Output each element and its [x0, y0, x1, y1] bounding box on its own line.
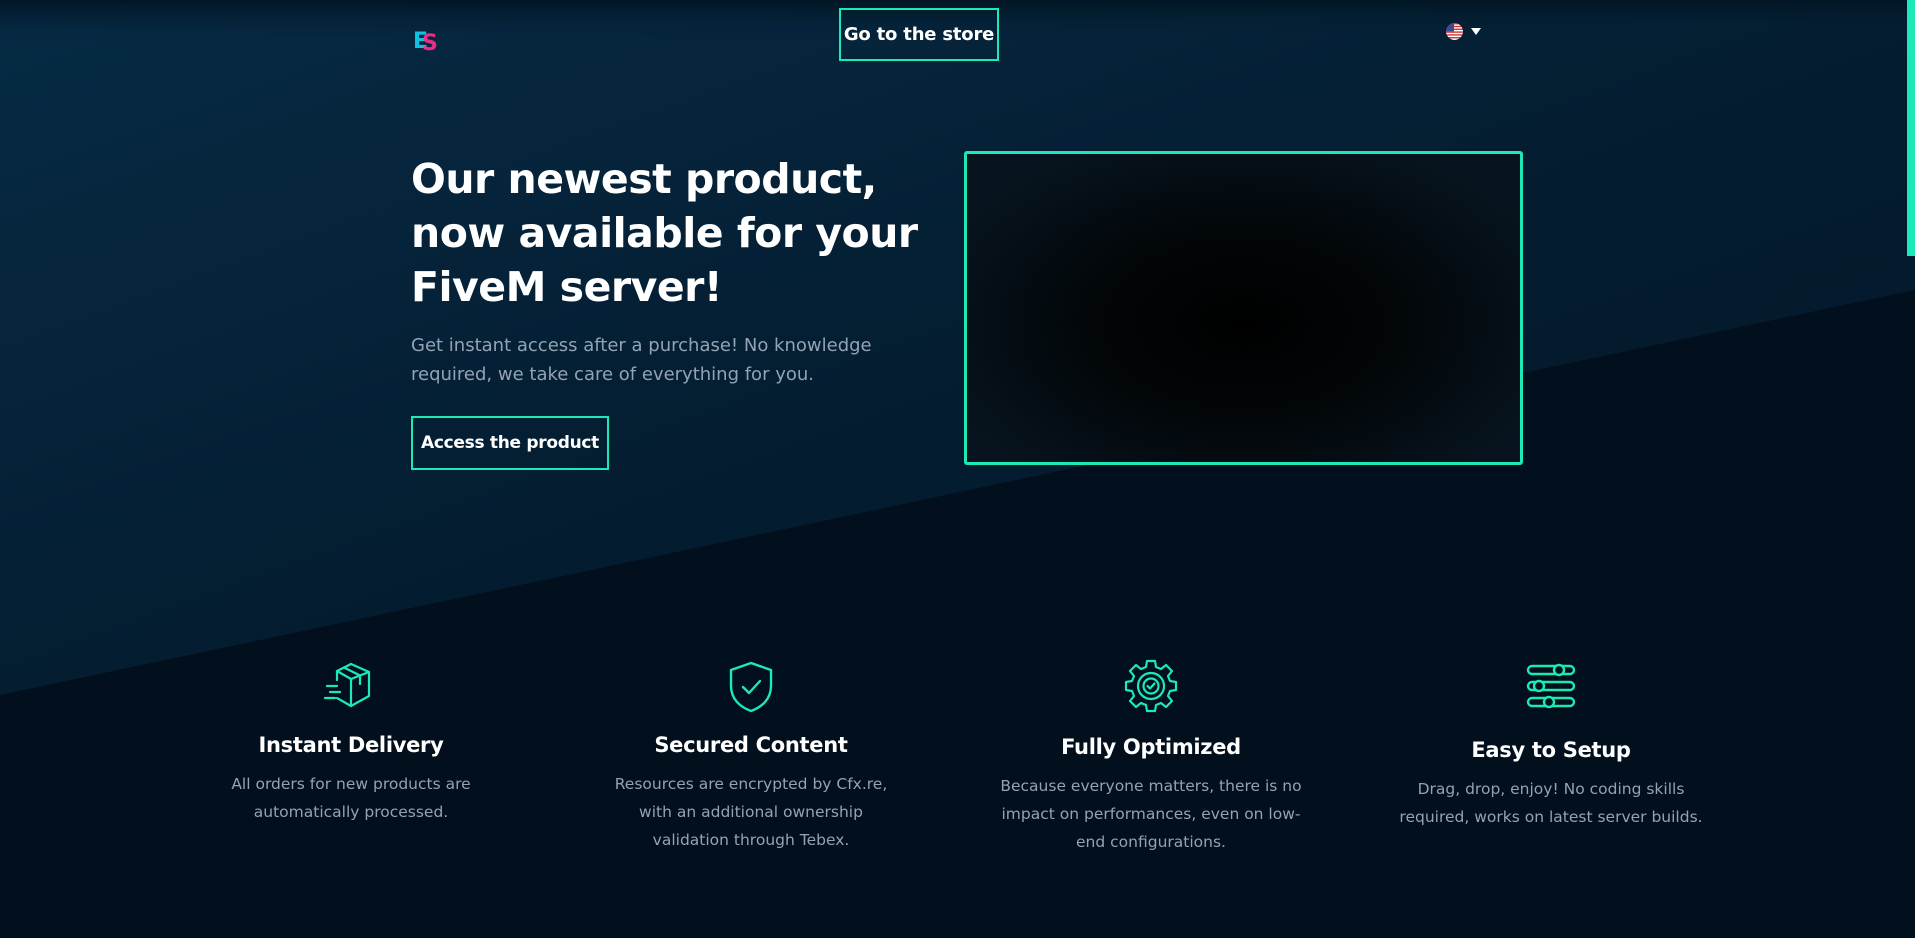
feature-description: Because everyone matters, there is no im… [1000, 777, 1302, 851]
hero-title: Our newest product, now available for yo… [411, 155, 918, 311]
product-video[interactable] [964, 151, 1523, 465]
feature-title: Easy to Setup [1471, 738, 1631, 762]
feature-title: Secured Content [654, 733, 848, 757]
us-flag-icon [1446, 23, 1463, 40]
feature-easy-to-setup: Easy to Setup Drag, drop, enjoy! No codi… [1371, 655, 1731, 855]
feature-description: All orders for new products are automati… [231, 775, 471, 821]
hero-subtitle: Get instant access after a purchase! No … [411, 335, 872, 385]
feature-title: Instant Delivery [258, 733, 444, 757]
feature-instant-delivery: Instant Delivery All orders for new prod… [171, 655, 531, 835]
language-selector[interactable] [1446, 23, 1481, 40]
go-to-store-button[interactable]: Go to the store [839, 8, 999, 61]
access-product-button[interactable]: Access the product [411, 416, 609, 470]
scroll-indicator[interactable] [1907, 0, 1915, 256]
feature-description: Drag, drop, enjoy! No coding skills requ… [1399, 780, 1703, 826]
sliders-icon [1526, 663, 1576, 709]
shield-check-icon [729, 661, 773, 713]
feature-description: Resources are encrypted by Cfx.re, with … [614, 775, 888, 849]
page: E S Go to the store Our newest product, … [0, 0, 1915, 938]
svg-text:S: S [422, 31, 438, 54]
feature-secured-content: Secured Content Resources are encrypted … [571, 655, 931, 855]
brand-logo[interactable]: E S [413, 26, 443, 54]
feature-title: Fully Optimized [1061, 735, 1241, 759]
gear-check-icon [1124, 659, 1178, 713]
chevron-down-icon [1471, 28, 1481, 35]
feature-fully-optimized: Fully Optimized Because everyone matters… [971, 655, 1331, 855]
box-delivery-icon [323, 662, 371, 708]
